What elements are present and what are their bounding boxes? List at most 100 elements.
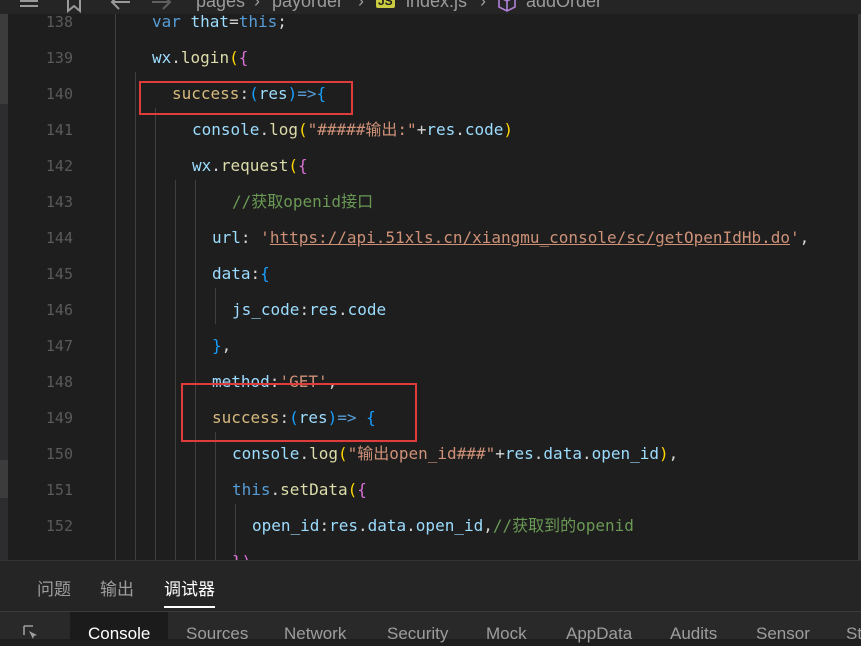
devtools-tab-network[interactable]: Network <box>284 624 346 644</box>
tab-problems[interactable]: 问题 <box>37 575 71 606</box>
code-token: : <box>299 300 310 319</box>
code-token: console <box>232 444 300 463</box>
code-token: : <box>240 228 261 247</box>
line-number: 146 <box>45 301 73 319</box>
chevron-right-icon: › <box>480 0 486 11</box>
code-token: ( <box>288 156 298 175</box>
menu-icon[interactable] <box>18 0 40 14</box>
line-number: 139 <box>45 49 73 67</box>
code-line[interactable]: data:{ <box>212 264 270 284</box>
back-arrow-icon[interactable] <box>108 0 132 14</box>
breadcrumb-file[interactable]: index.js <box>406 0 467 12</box>
code-token: . <box>406 516 416 535</box>
devtools-tab-appdata[interactable]: AppData <box>566 624 632 644</box>
code-line[interactable]: var that=this; <box>152 14 287 32</box>
devtools-toolbar: Console Sources Network Security Mock Ap… <box>0 611 861 643</box>
code-token: "#####输出:" <box>307 120 417 139</box>
code-line[interactable]: console.log("#####输出:"+res.code) <box>192 120 513 140</box>
bookmark-icon[interactable] <box>64 0 84 14</box>
code-token: res <box>426 120 456 139</box>
code-token: ' <box>789 228 800 247</box>
tab-debugger[interactable]: 调试器 <box>164 575 215 608</box>
code-line[interactable]: }) <box>232 552 251 560</box>
code-token: . <box>533 444 544 463</box>
breadcrumb-method[interactable]: addOrder <box>526 0 602 12</box>
code-line[interactable]: console.log("输出open_id###"+res.data.open… <box>232 444 678 464</box>
code-line[interactable]: wx.request({ <box>192 156 308 176</box>
code-editor[interactable]: 138 139 140 141 142 143 144 145 146 147 148 149 150 1… <box>8 14 861 560</box>
code-token: wx <box>192 156 212 175</box>
code-token: . <box>259 120 270 139</box>
code-token: , <box>799 228 810 247</box>
activity-strip <box>0 14 8 560</box>
code-line[interactable]: wx.login({ <box>152 48 248 68</box>
code-token: code <box>347 300 387 319</box>
code-token: . <box>357 516 368 535</box>
code-token: this <box>238 14 278 31</box>
line-number: 141 <box>45 121 73 139</box>
method-cube-icon <box>497 0 517 14</box>
highlight-box <box>181 383 417 442</box>
code-token: : <box>250 264 261 283</box>
breadcrumb-payorder[interactable]: payorder <box>272 0 343 12</box>
code-token: { <box>357 480 367 499</box>
code-token: } <box>212 336 222 355</box>
code-token: = <box>229 14 239 31</box>
line-number: 147 <box>45 337 73 355</box>
chevron-right-icon: › <box>254 0 260 11</box>
js-file-icon: JS <box>376 0 395 8</box>
inspect-element-icon[interactable] <box>22 624 40 642</box>
tab-output[interactable]: 输出 <box>100 575 134 606</box>
code-line[interactable]: open_id:res.data.open_id,//获取到的openid <box>252 516 634 536</box>
code-line[interactable]: this.setData({ <box>232 480 367 500</box>
devtools-tab-security[interactable]: Security <box>387 624 448 644</box>
code-token: open_id <box>415 516 484 535</box>
line-number: 144 <box>45 229 73 247</box>
devtools-tab-sensor[interactable]: Sensor <box>756 624 810 644</box>
code-token: ) <box>503 120 514 139</box>
code-token: : <box>319 516 330 535</box>
line-number: 152 <box>45 517 73 535</box>
code-token: https://api.51xls.cn/xiangmu_console/sc/… <box>269 228 790 247</box>
code-token: ( <box>229 48 239 67</box>
code-token: code <box>464 120 504 139</box>
indent-guide <box>115 14 116 560</box>
code-token: var <box>152 14 191 31</box>
code-token: request <box>220 156 289 175</box>
line-number: 148 <box>45 373 73 391</box>
line-number: 150 <box>45 445 73 463</box>
line-number: 145 <box>45 265 73 283</box>
code-token: . <box>171 48 181 67</box>
devtools-tab-sources[interactable]: Sources <box>186 624 248 644</box>
code-token: open_id <box>591 444 660 463</box>
strip-marker <box>0 460 8 498</box>
code-token: ( <box>297 120 308 139</box>
code-token: ; <box>277 14 287 31</box>
devtools-tab-mock[interactable]: Mock <box>486 624 527 644</box>
forward-arrow-icon[interactable] <box>150 0 174 14</box>
code-line[interactable]: }, <box>212 336 231 356</box>
code-line[interactable]: url: 'https://api.51xls.cn/xiangmu_conso… <box>212 228 809 248</box>
line-number: 143 <box>45 193 73 211</box>
indent-guide <box>215 288 216 324</box>
devtools-tab-audits[interactable]: Audits <box>670 624 717 644</box>
line-number: 140 <box>45 85 73 103</box>
devtools-tab-overflow[interactable]: St <box>846 624 861 644</box>
code-token: that <box>190 14 230 31</box>
code-token: log <box>269 120 298 139</box>
code-token: this <box>232 480 271 499</box>
indent-guide <box>135 72 136 560</box>
indent-guide <box>215 432 216 560</box>
code-token: url <box>212 228 241 247</box>
breadcrumb-pages[interactable]: pages <box>196 0 245 12</box>
line-number: 149 <box>45 409 73 427</box>
code-token: data <box>212 264 251 283</box>
code-token: + <box>495 444 505 463</box>
line-number: 138 <box>45 14 73 31</box>
code-line[interactable]: //获取openid接口 <box>232 192 373 212</box>
code-line[interactable]: js_code:res.code <box>232 300 386 320</box>
code-token: res <box>329 516 358 535</box>
code-token: login <box>180 48 230 67</box>
devtools-tab-console[interactable]: Console <box>70 612 169 643</box>
code-token: . <box>337 300 348 319</box>
